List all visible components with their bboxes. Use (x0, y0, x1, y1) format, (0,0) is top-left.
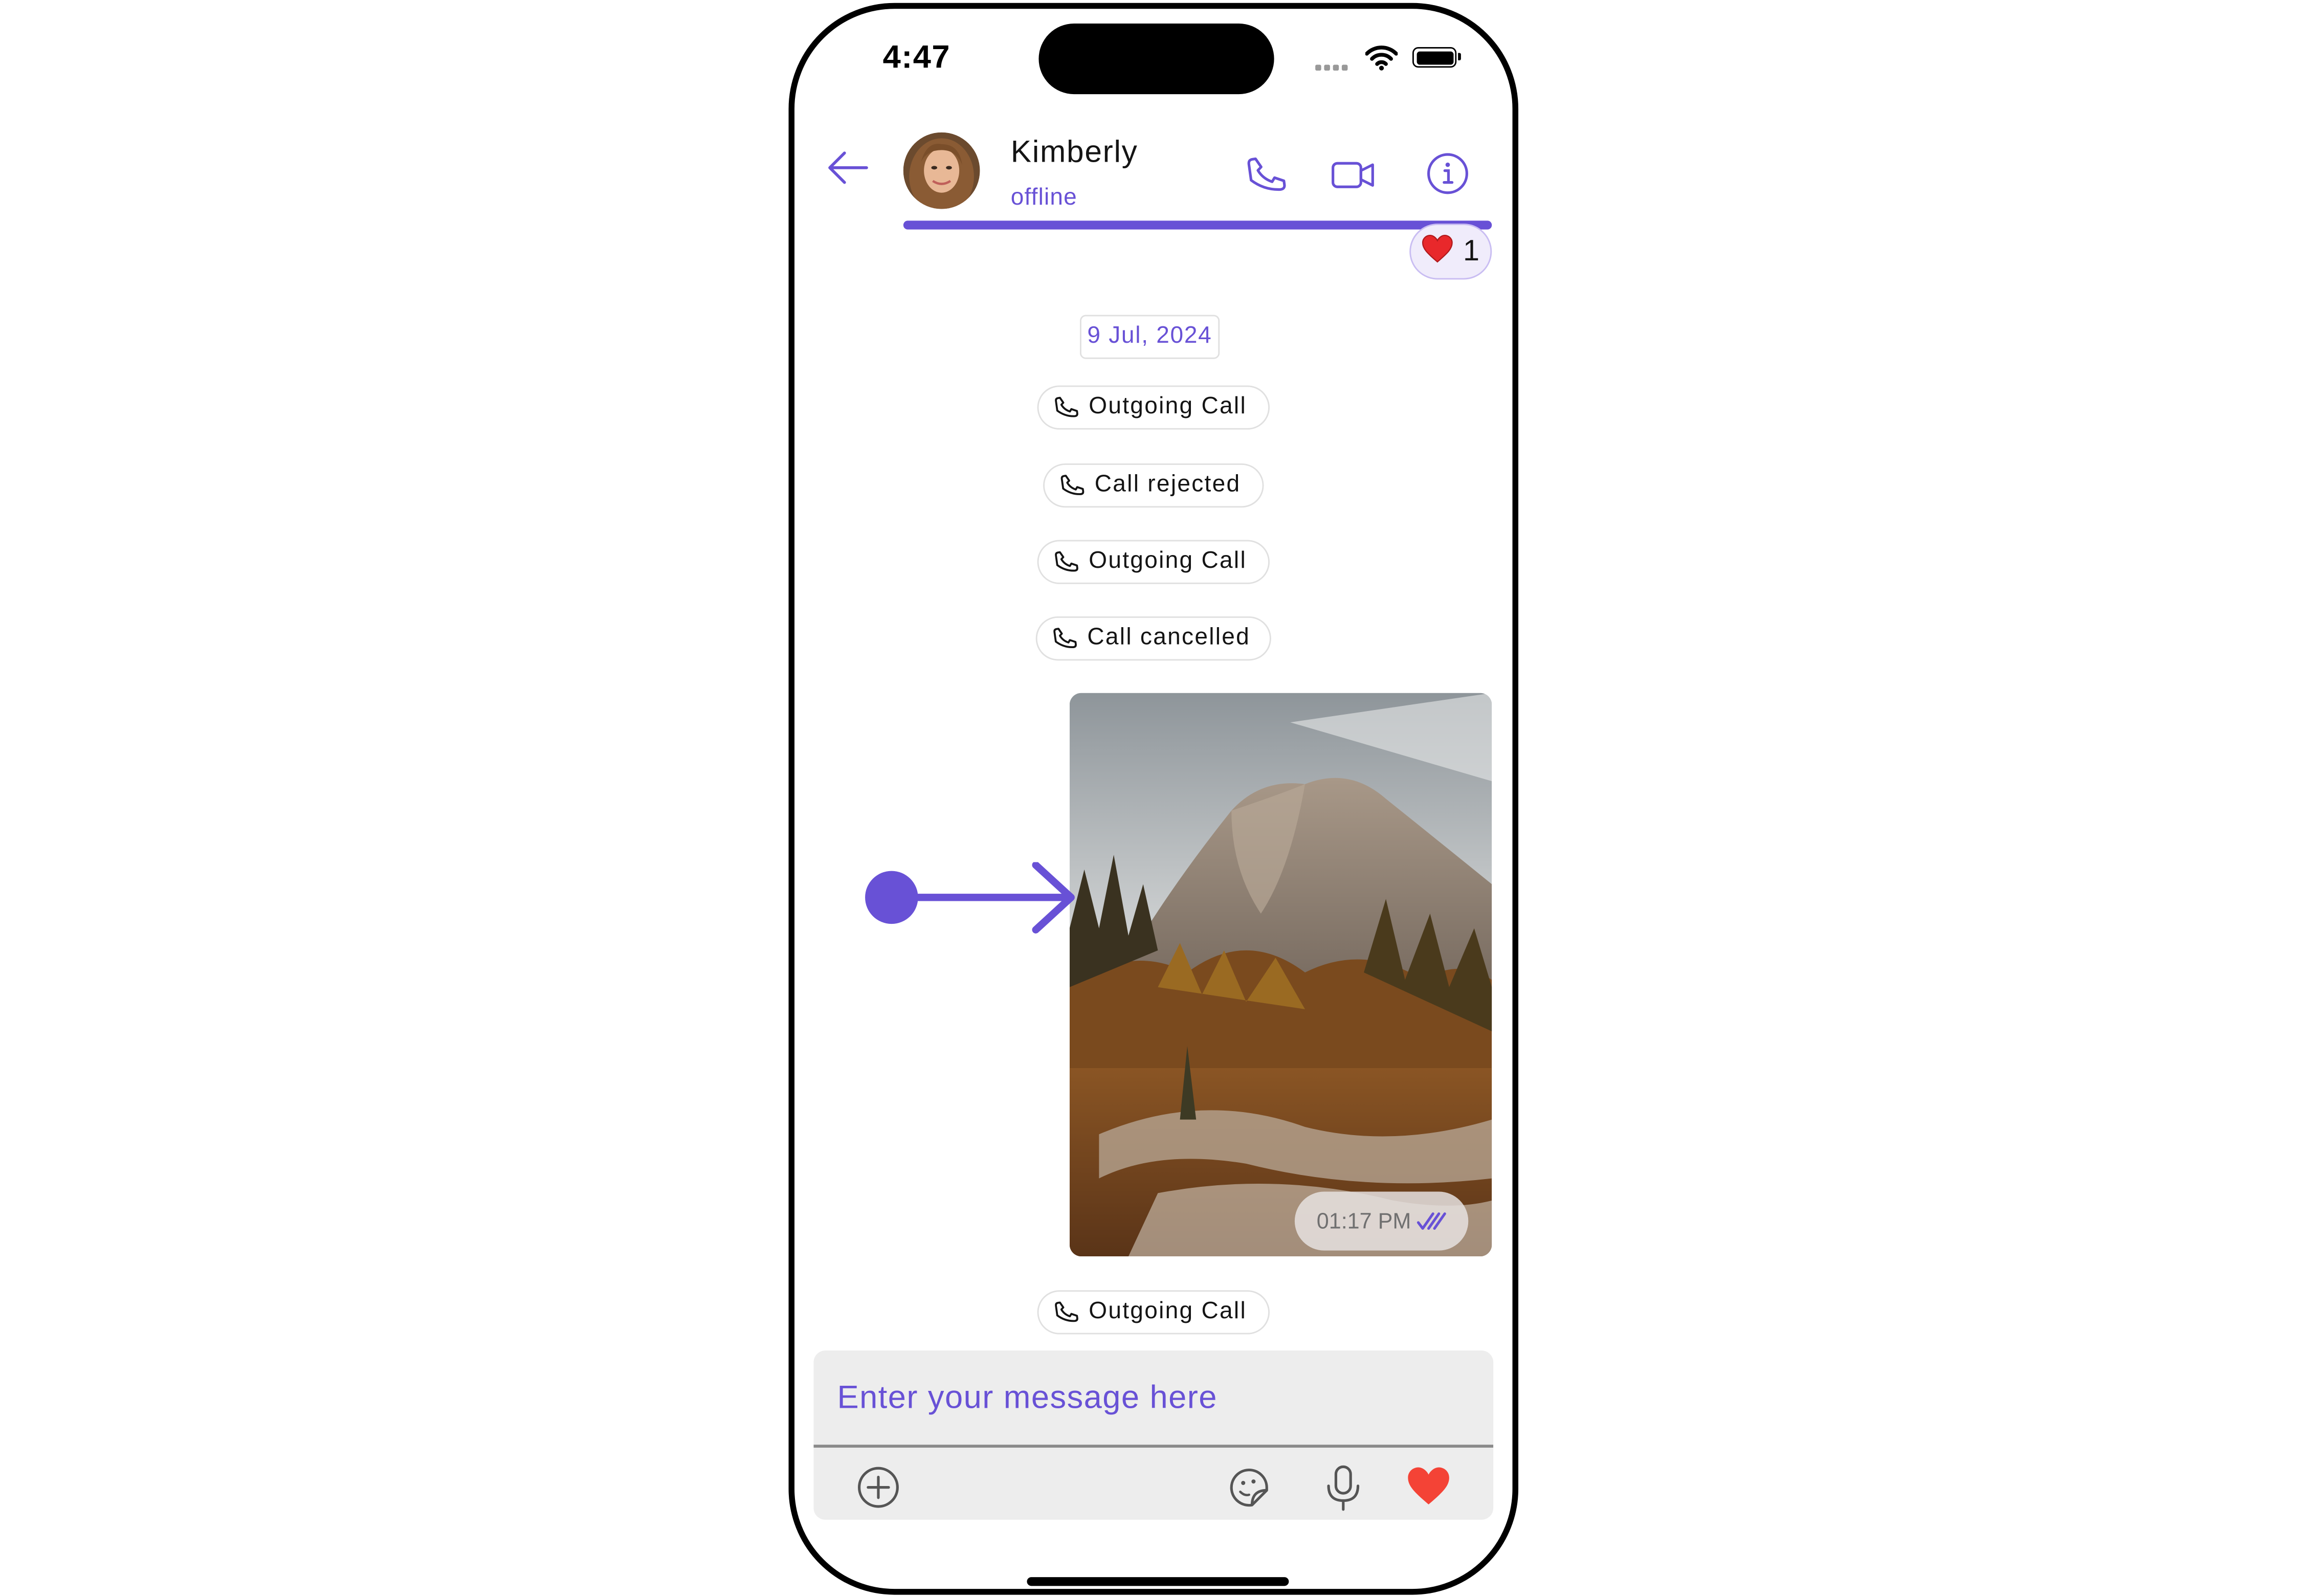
plus-circle-icon (857, 1467, 899, 1508)
header-progress-bar (903, 220, 1492, 230)
phone-icon (1055, 1301, 1078, 1322)
reaction-count: 1 (1463, 234, 1479, 267)
dynamic-island (1038, 24, 1274, 95)
video-icon (1332, 162, 1374, 188)
message-composer (813, 1350, 1494, 1520)
call-log-label: Outgoing Call (1089, 394, 1247, 419)
battery-icon (1412, 47, 1461, 68)
phone-icon (1060, 475, 1085, 495)
heart-reaction-button[interactable] (1405, 1465, 1452, 1514)
call-log-item[interactable]: Outgoing Call (1037, 1290, 1270, 1335)
date-separator: 9 Jul, 2024 (1079, 315, 1220, 359)
landscape-photo (1069, 693, 1492, 1257)
phone-icon (1055, 396, 1078, 417)
composer-divider (813, 1445, 1494, 1447)
info-icon (1427, 153, 1468, 194)
sticker-button[interactable] (1226, 1464, 1273, 1518)
message-time: 01:17 PM (1316, 1208, 1411, 1234)
heart-icon (1408, 1467, 1449, 1504)
call-log-label: Outgoing Call (1089, 1299, 1247, 1324)
message-timestamp: 01:17 PM (1294, 1191, 1469, 1251)
home-indicator (1027, 1577, 1289, 1586)
signal-icon (1315, 64, 1354, 71)
voice-call-button[interactable] (1245, 153, 1289, 205)
voice-record-button[interactable] (1323, 1462, 1364, 1520)
call-log-label: Call rejected (1094, 472, 1241, 498)
phone-frame: 4:47 Kimberly offline 1 9 Jul, 2024 Outg… (788, 3, 1519, 1595)
info-button[interactable] (1424, 150, 1471, 204)
message-input[interactable] (813, 1350, 1494, 1445)
video-call-button[interactable] (1330, 156, 1377, 202)
sticker-icon (1230, 1469, 1268, 1507)
contact-status: offline (1010, 185, 1077, 211)
double-check-icon (1417, 1212, 1447, 1230)
image-message[interactable] (1069, 693, 1492, 1257)
add-attachment-button[interactable] (855, 1464, 902, 1518)
call-log-item[interactable]: Call rejected (1043, 463, 1264, 508)
phone-icon (1055, 551, 1078, 572)
phone-icon (1247, 157, 1286, 191)
phone-icon (1053, 628, 1077, 648)
annotation-arrow-icon (862, 861, 1082, 951)
reaction-badge[interactable]: 1 (1409, 224, 1492, 280)
wifi-icon (1365, 44, 1399, 78)
call-log-item[interactable]: Outgoing Call (1037, 385, 1270, 430)
heart-emoji (1422, 233, 1454, 270)
call-log-item[interactable]: Call cancelled (1035, 616, 1271, 661)
call-log-label: Call cancelled (1087, 625, 1251, 651)
back-arrow-icon[interactable] (824, 144, 871, 198)
microphone-icon (1327, 1465, 1360, 1511)
contact-name: Kimberly (1010, 135, 1138, 169)
call-log-item[interactable]: Outgoing Call (1037, 540, 1270, 584)
call-log-label: Outgoing Call (1089, 548, 1247, 574)
avatar[interactable] (903, 132, 980, 209)
status-time: 4:47 (882, 38, 951, 75)
